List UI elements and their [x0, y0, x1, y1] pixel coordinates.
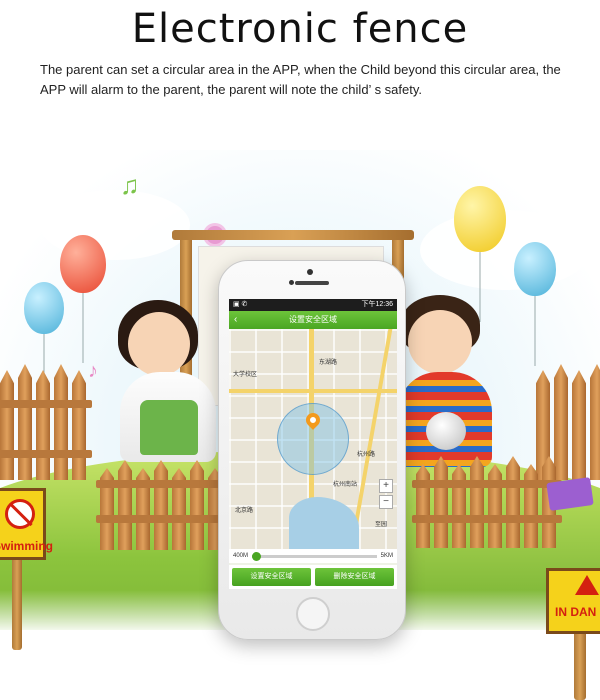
- radius-max-label: 5KM: [380, 553, 393, 559]
- map-label: 杭州路: [357, 452, 376, 458]
- fence-rail: [0, 400, 92, 408]
- map-road: [229, 389, 397, 393]
- map-river: [289, 497, 359, 549]
- fence-front-left: [100, 450, 222, 550]
- map-view[interactable]: 大学校区 北京路 东湖路 杭州南站 杭州路 至园 + −: [229, 329, 397, 549]
- blue-balloon-icon: [24, 282, 64, 334]
- no-swimming-icon: [5, 499, 35, 529]
- girl-dress: [140, 400, 198, 455]
- swimming-sign-label: Swimming: [0, 539, 54, 553]
- map-label: 至园: [375, 522, 388, 528]
- front-camera-icon: [307, 269, 313, 275]
- map-label: 大学校区: [233, 372, 258, 378]
- fence-rail: [0, 450, 92, 458]
- fence-rail: [412, 515, 562, 523]
- status-time: 下午12:36: [361, 301, 393, 308]
- set-safe-zone-button[interactable]: 设置安全区域: [232, 568, 311, 586]
- map-label: 东湖路: [319, 360, 338, 366]
- warning-triangle-icon: [575, 575, 599, 595]
- zoom-controls: + −: [379, 479, 393, 509]
- danger-sign: IN DAN: [546, 568, 600, 634]
- illustration-scene: ♫ ♪ wimming IN DAN ▣ ✆ 下午12:36 ‹ 设置安全区域 …: [0, 150, 600, 700]
- smartphone: ▣ ✆ 下午12:36 ‹ 设置安全区域 大学校区 北京路 东湖路 杭州南站 杭…: [218, 260, 406, 640]
- fence-rail: [412, 480, 562, 488]
- music-note-icon: ♫: [120, 170, 140, 200]
- music-note-icon: ♪: [88, 360, 98, 382]
- blue-balloon-icon: [514, 242, 556, 296]
- page-description: The parent can set a circular area in th…: [40, 62, 561, 97]
- status-bar: ▣ ✆ 下午12:36: [229, 299, 397, 311]
- map-label: 北京路: [235, 508, 254, 514]
- wooden-beam: [172, 230, 414, 240]
- radius-min-label: 400M: [233, 553, 249, 559]
- map-label: 杭州南站: [333, 482, 358, 488]
- delete-safe-zone-button[interactable]: 删除安全区域: [315, 568, 394, 586]
- home-button[interactable]: [296, 597, 330, 631]
- radius-control: 400M 5KM: [229, 549, 397, 563]
- boy-face: [408, 310, 472, 374]
- swimming-sign: Swimming: [0, 488, 53, 560]
- action-buttons: 设置安全区域 删除安全区域: [229, 565, 397, 589]
- screen-title: 设置安全区域: [289, 315, 337, 324]
- slider-knob[interactable]: [252, 551, 262, 561]
- app-bar: ‹ 设置安全区域: [229, 311, 397, 329]
- yellow-balloon-icon: [454, 186, 506, 252]
- zoom-out-button[interactable]: −: [379, 495, 393, 509]
- status-icons: ▣ ✆: [233, 301, 248, 308]
- zoom-in-button[interactable]: +: [379, 479, 393, 493]
- fence-rail: [96, 480, 224, 488]
- radius-slider[interactable]: [252, 551, 377, 561]
- girl-face: [128, 312, 190, 376]
- phone-screen: ▣ ✆ 下午12:36 ‹ 设置安全区域 大学校区 北京路 东湖路 杭州南站 杭…: [229, 299, 397, 589]
- page-title: Electronic fence: [131, 6, 469, 52]
- fence-rail: [96, 515, 224, 523]
- ball-icon: [426, 412, 466, 450]
- earpiece: [295, 281, 329, 285]
- red-balloon-icon: [60, 235, 106, 293]
- danger-sign-label: IN DAN: [555, 605, 597, 619]
- fence-front-right: [416, 448, 556, 548]
- fence-left: [0, 360, 86, 480]
- back-arrow-icon[interactable]: ‹: [234, 311, 237, 329]
- sensor-icon: [289, 280, 294, 285]
